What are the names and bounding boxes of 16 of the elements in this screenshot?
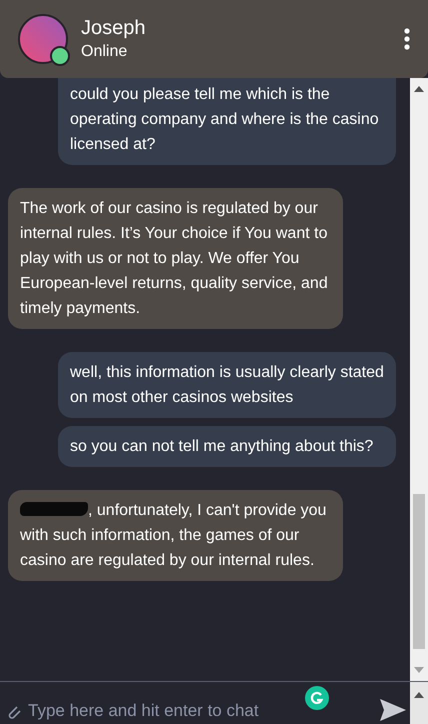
send-icon[interactable] bbox=[380, 698, 406, 722]
agent-message: The work of our casino is regulated by our internal rules. It’s Your choice if You want to play with us or not to play. We offer You European-level returns, quality service, and timely payments. bbox=[8, 188, 343, 329]
contact-name: Joseph bbox=[81, 16, 146, 41]
paperclip-icon[interactable] bbox=[6, 704, 22, 720]
user-message: well, this information is usually clearly stated on most other casinos websites bbox=[58, 352, 396, 418]
scrollbar-thumb[interactable] bbox=[413, 494, 425, 649]
menu-icon[interactable] bbox=[404, 28, 410, 50]
message-input[interactable]: Type here and hit enter to chat bbox=[22, 700, 380, 722]
user-message: so you can not tell me anything about this? bbox=[58, 426, 396, 467]
agent-message: , unfortunately, I can't provide you with such information, the games of our casino are regulated by our internal rules. bbox=[8, 490, 343, 581]
scroll-up-icon[interactable] bbox=[414, 86, 424, 92]
scroll-up-icon[interactable] bbox=[414, 692, 424, 698]
avatar bbox=[18, 14, 68, 64]
contact-status: Online bbox=[81, 42, 128, 62]
user-message: could you please tell me which is the operating company and where is the casino licensed at? bbox=[58, 78, 396, 165]
grammarly-icon[interactable] bbox=[305, 686, 329, 710]
